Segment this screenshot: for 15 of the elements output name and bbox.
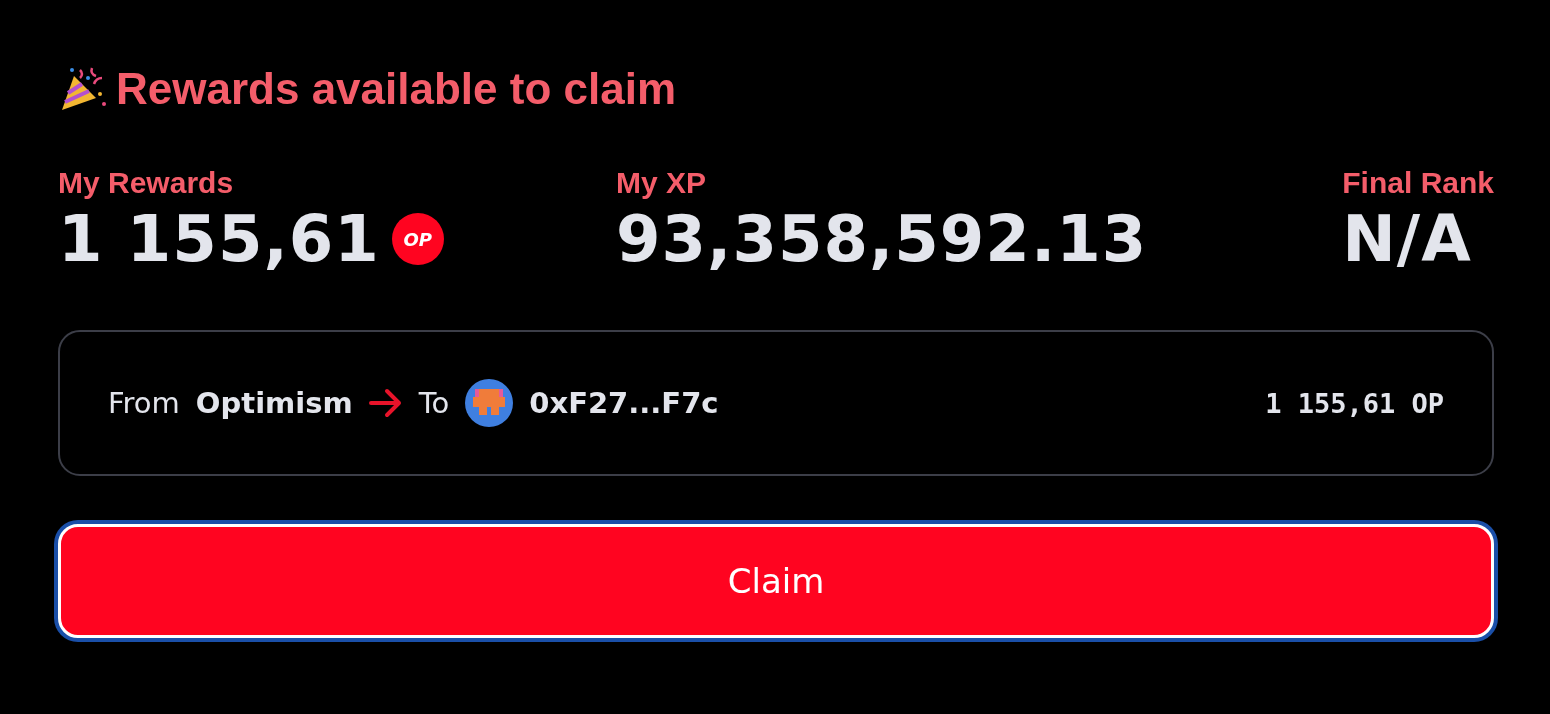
from-label: From	[108, 386, 180, 420]
wallet-address: 0xF27...F7c	[529, 386, 719, 420]
source-network: Optimism	[195, 386, 353, 420]
stat-value: N/A	[1342, 202, 1472, 276]
token-badge: OP	[391, 213, 444, 265]
page-title: Rewards available to claim	[116, 64, 677, 114]
stat-value: 1 155,61	[58, 202, 380, 276]
stat-label: Final Rank	[1342, 166, 1494, 200]
claim-amount: 1 155,61 OP	[1265, 387, 1444, 419]
to-label: To	[418, 386, 450, 420]
stat-label: My XP	[616, 166, 708, 200]
avatar-icon	[465, 379, 514, 427]
arrow-right-icon	[368, 388, 403, 418]
stat-value: 93,358,592.13	[616, 202, 1148, 276]
stat-label: My Rewards	[58, 166, 235, 200]
